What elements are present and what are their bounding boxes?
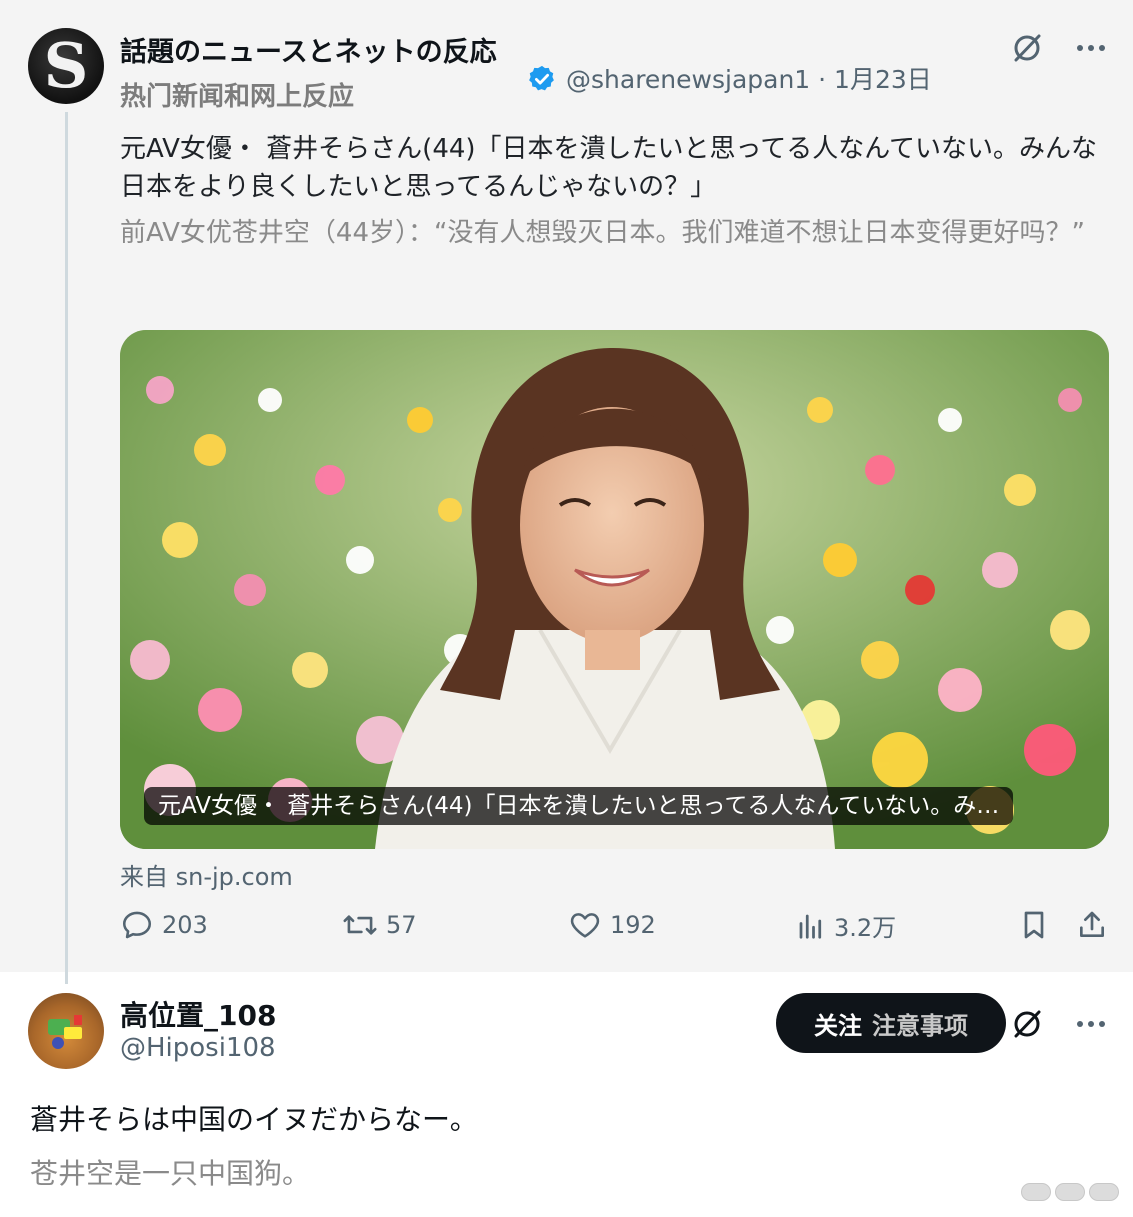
reply-author-avatar[interactable] [28, 993, 104, 1069]
views-button[interactable]: 3.2万 [796, 908, 896, 943]
views-icon [799, 914, 822, 939]
grok-icon[interactable] [1009, 30, 1045, 66]
follow-label: 关注 [814, 1011, 862, 1040]
page-dot [1089, 1183, 1119, 1201]
repost-icon [343, 915, 377, 935]
share-icon [1080, 911, 1104, 937]
follow-sub-label: 注意事项 [872, 1011, 968, 1040]
link-card-image[interactable]: 元AV女優・ 蒼井そらさん(44)「日本を潰したいと思ってる人なんていない。み… [120, 330, 1109, 849]
reply-text: 蒼井そらは中国のイヌだからなー。 [30, 1103, 478, 1136]
reply-author-name[interactable]: 高位置_108 [120, 994, 276, 1034]
reply-icon [122, 911, 152, 939]
like-icon [570, 913, 600, 938]
bookmark-button[interactable] [1018, 908, 1050, 942]
page-dot [1055, 1183, 1085, 1201]
reply-button[interactable]: 203 [120, 908, 208, 942]
author-name[interactable]: 話題のニュースとネットの反応 [120, 30, 497, 69]
reply-more-icon[interactable] [1073, 1006, 1109, 1042]
post-text: 元AV女優・ 蒼井そらさん(44)「日本を潰したいと思ってる人なんていない。みん… [120, 134, 1097, 202]
avatar-letter: S [43, 29, 89, 102]
more-icon[interactable] [1073, 30, 1109, 66]
repost-count: 57 [386, 911, 417, 939]
author-avatar[interactable]: S [28, 28, 104, 104]
share-button[interactable] [1076, 908, 1108, 942]
post-text-translation: 前AV女优苍井空（44岁）：“没有人想毁灭日本。我们难道不想让日本变得更好吗？” [120, 218, 1085, 248]
like-count: 192 [610, 911, 656, 939]
verified-badge-icon [529, 65, 554, 91]
reply-text-translation: 苍井空是一只中国狗。 [30, 1157, 311, 1190]
quoted-post[interactable]: S 話題のニュースとネットの反応 热门新闻和网上反应 @sharenewsjap… [0, 0, 1133, 984]
author-handle-date[interactable]: @sharenewsjapan1 · 1月23日 [566, 60, 932, 96]
views-count: 3.2万 [834, 914, 897, 942]
page-dot [1021, 1183, 1051, 1201]
follow-button[interactable]: 关注 注意事项 [776, 993, 1006, 1053]
thread-line [65, 112, 68, 984]
link-source[interactable]: 来自 sn-jp.com [120, 857, 293, 892]
action-bar: 203 57 192 3.2万 [120, 908, 1115, 952]
reply-grok-icon[interactable] [1009, 1006, 1045, 1042]
flower-field-photo [120, 330, 1109, 849]
reply-author-handle[interactable]: @Hiposi108 [120, 1033, 276, 1063]
repost-button[interactable]: 57 [342, 908, 417, 942]
like-button[interactable]: 192 [568, 908, 656, 942]
image-page-indicator [1021, 1183, 1119, 1201]
bookmark-icon [1024, 911, 1044, 939]
author-name-translation: 热门新闻和网上反应 [120, 82, 355, 112]
reply-count: 203 [162, 911, 208, 939]
link-card-caption: 元AV女優・ 蒼井そらさん(44)「日本を潰したいと思ってる人なんていない。み… [144, 787, 1014, 825]
